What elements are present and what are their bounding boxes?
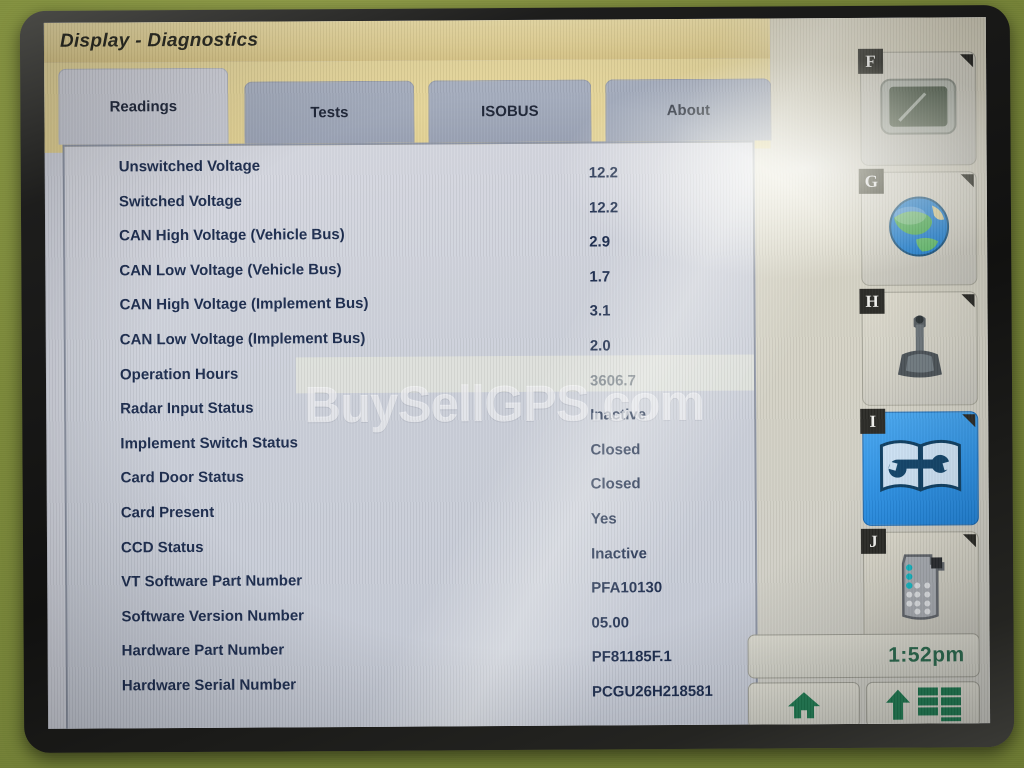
reading-value: 1.7: [589, 268, 611, 286]
reading-value: Closed: [590, 440, 641, 459]
reading-value: Inactive: [591, 544, 647, 563]
table-row[interactable]: Unswitched Voltage 12.2: [65, 155, 753, 194]
joystick-icon: [892, 310, 948, 387]
tab-about-label: About: [666, 101, 711, 120]
readings-rows: Unswitched Voltage 12.2 Switched Voltage 12…: [65, 143, 756, 713]
keypad-remote-icon: [893, 549, 949, 628]
reading-label: Implement Switch Status: [120, 434, 298, 453]
diagnostics-manual-wrench-icon: [877, 433, 963, 505]
tab-tests[interactable]: Tests: [244, 80, 415, 144]
softkey-button-j[interactable]: J: [860, 528, 980, 646]
reading-value: 2.0: [589, 337, 611, 355]
tab-tests-label: Tests: [310, 104, 349, 122]
softkey-letter-badge: I: [860, 408, 886, 434]
title-bar: Display - Diagnostics: [43, 18, 771, 63]
reading-label: Radar Input Status: [120, 399, 254, 418]
table-row[interactable]: CAN Low Voltage (Implement Bus) 2.0: [66, 328, 754, 367]
reading-label: Card Present: [120, 503, 215, 522]
table-row[interactable]: CCD Status Inactive: [67, 535, 755, 574]
table-row[interactable]: CAN High Voltage (Vehicle Bus) 2.9: [65, 224, 753, 263]
table-row[interactable]: Card Door Status Closed: [67, 466, 755, 505]
tab-readings[interactable]: Readings: [58, 67, 229, 145]
display-monitor-icon: [879, 75, 957, 142]
clock-text: 1:52pm: [888, 643, 965, 667]
reading-label: Software Version Number: [121, 607, 305, 626]
table-row[interactable]: Radar Input Status Inactive: [66, 397, 754, 436]
reading-value: Closed: [590, 475, 641, 493]
grid-icon: [917, 687, 961, 722]
softkey-button-f[interactable]: F: [857, 48, 977, 166]
readings-list-panel[interactable]: BuySellGPS.com Unswitched Voltage 12.2 Swi…: [62, 140, 759, 729]
reading-label: CAN High Voltage (Implement Bus): [119, 295, 369, 314]
reading-value: Yes: [590, 510, 617, 528]
page-title: Display - Diagnostics: [59, 29, 259, 52]
softkey-corner-marker: [960, 174, 974, 188]
terminal-screen: Display - Diagnostics Readings Tests ISO…: [43, 17, 991, 729]
reading-label: CAN Low Voltage (Vehicle Bus): [119, 260, 342, 280]
table-row[interactable]: Card Present Yes: [67, 500, 755, 539]
softkey-corner-marker: [960, 54, 974, 68]
table-row[interactable]: CAN High Voltage (Implement Bus) 3.1: [65, 293, 753, 332]
softkey-corner-marker: [961, 294, 975, 308]
softkey-corner-marker: [962, 414, 976, 428]
arrow-up-icon: [884, 689, 910, 721]
tab-isobus-label: ISOBUS: [481, 102, 539, 121]
table-row[interactable]: VT Software Part Number PFA10130: [67, 570, 755, 609]
reading-value: 3606.7: [589, 371, 636, 390]
reading-label: Card Door Status: [120, 469, 245, 487]
reading-label: Switched Voltage: [118, 192, 243, 211]
softkey-button-g[interactable]: G: [858, 168, 978, 286]
softkey-letter-badge: H: [859, 288, 885, 314]
tab-readings-label: Readings: [109, 98, 178, 116]
table-row[interactable]: Hardware Part Number PF81185F.1: [68, 639, 756, 678]
reading-value: 05.00: [591, 614, 630, 632]
softkey-letter-badge: F: [857, 48, 884, 74]
clock-box: 1:52pm: [747, 633, 980, 679]
reading-label: VT Software Part Number: [121, 572, 303, 591]
reading-label: CAN Low Voltage (Implement Bus): [119, 329, 366, 349]
tab-isobus[interactable]: ISOBUS: [428, 79, 592, 143]
table-row[interactable]: Hardware Serial Number PCGU26H218581: [68, 673, 756, 712]
reading-value: 3.1: [589, 302, 611, 320]
reading-label: Hardware Serial Number: [121, 676, 297, 695]
menu-button[interactable]: [865, 681, 981, 728]
reading-label: Hardware Part Number: [121, 641, 285, 660]
softkey-button-h[interactable]: H: [859, 288, 979, 406]
home-button[interactable]: [747, 681, 861, 729]
monitor-bezel: Display - Diagnostics Readings Tests ISO…: [19, 4, 1015, 754]
softkey-letter-badge: J: [860, 528, 887, 554]
tab-bar: Readings Tests ISOBUS About: [58, 64, 772, 145]
reading-value: 12.2: [588, 164, 618, 182]
tab-about[interactable]: About: [605, 78, 772, 142]
reading-value: PF81185F.1: [591, 648, 672, 666]
reading-label: CAN High Voltage (Vehicle Bus): [119, 226, 345, 245]
table-row[interactable]: CAN Low Voltage (Vehicle Bus) 1.7: [65, 258, 753, 297]
softkey-sidebar: F G H I J: [857, 48, 980, 652]
reading-value: PFA10130: [591, 579, 663, 597]
table-row[interactable]: Software Version Number 05.00: [67, 604, 755, 643]
reading-value: PCGU26H218581: [591, 682, 713, 701]
globe-icon: [886, 193, 952, 264]
softkey-button-i[interactable]: I: [860, 408, 979, 526]
softkey-letter-badge: G: [858, 168, 884, 194]
reading-value: Inactive: [590, 406, 647, 424]
table-row[interactable]: Implement Switch Status Closed: [66, 431, 754, 470]
table-row[interactable]: Operation Hours 3606.7: [66, 362, 754, 401]
softkey-corner-marker: [962, 534, 977, 548]
reading-value: 12.2: [588, 198, 619, 217]
reading-label: Unswitched Voltage: [118, 157, 261, 176]
reading-label: Operation Hours: [119, 365, 239, 383]
home-icon: [787, 690, 821, 720]
table-row[interactable]: Switched Voltage 12.2: [65, 189, 753, 228]
reading-label: CCD Status: [120, 538, 204, 556]
reading-value: 2.9: [589, 233, 611, 251]
